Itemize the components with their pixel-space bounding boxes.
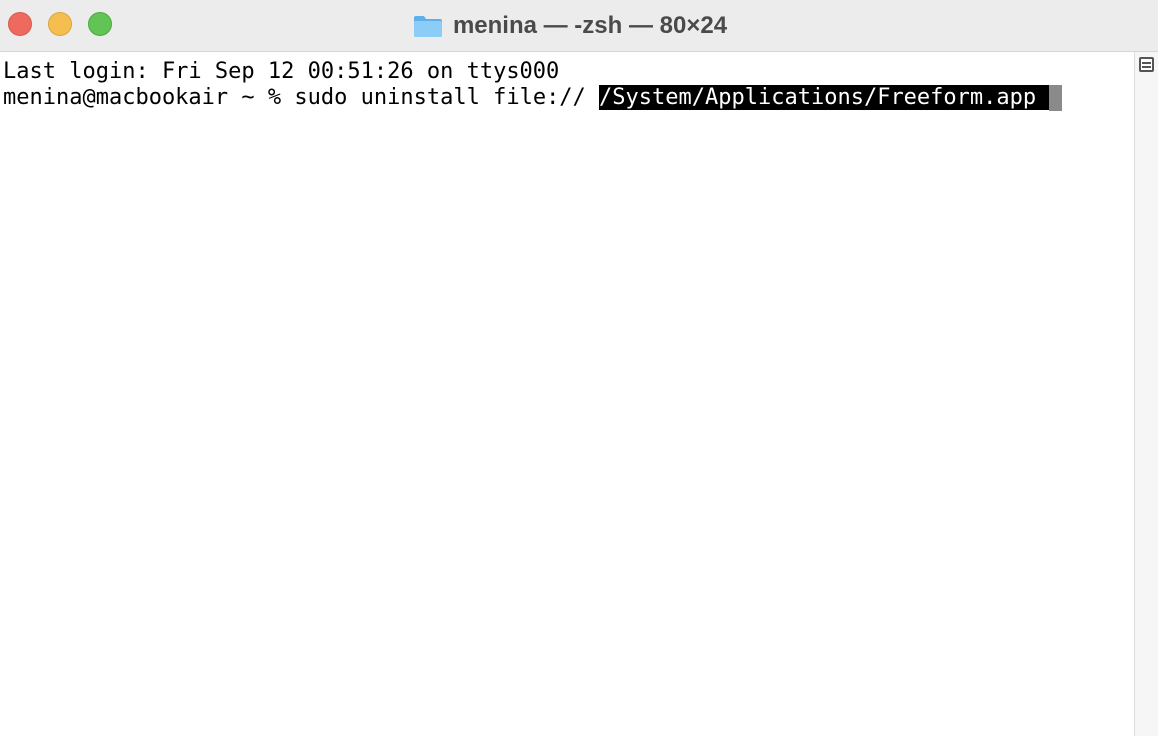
text-cursor bbox=[1049, 85, 1063, 111]
window-title: menina — -zsh — 80×24 bbox=[452, 12, 728, 39]
shell-prompt: menina@macbookair ~ % bbox=[3, 85, 295, 110]
title-bar[interactable]: menina — -zsh — 80×24 bbox=[0, 0, 1158, 52]
terminal-window: menina — -zsh — 80×24 Last login: Fri Se… bbox=[0, 0, 1158, 736]
terminal-content[interactable]: Last login: Fri Sep 12 00:51:26 on ttys0… bbox=[0, 52, 1134, 736]
selected-path[interactable]: /System/Applications/Freeform.app bbox=[599, 85, 1050, 110]
command-line[interactable]: menina@macbookair ~ % sudo uninstall fil… bbox=[3, 85, 1063, 111]
command-text: sudo uninstall file:// bbox=[294, 85, 600, 110]
scrollbar[interactable] bbox=[1134, 52, 1158, 736]
folder-icon bbox=[413, 16, 442, 37]
window-title-container: menina — -zsh — 80×24 bbox=[0, 0, 1158, 52]
split-pane-icon[interactable] bbox=[1139, 57, 1154, 72]
last-login-line: Last login: Fri Sep 12 00:51:26 on ttys0… bbox=[3, 59, 560, 84]
